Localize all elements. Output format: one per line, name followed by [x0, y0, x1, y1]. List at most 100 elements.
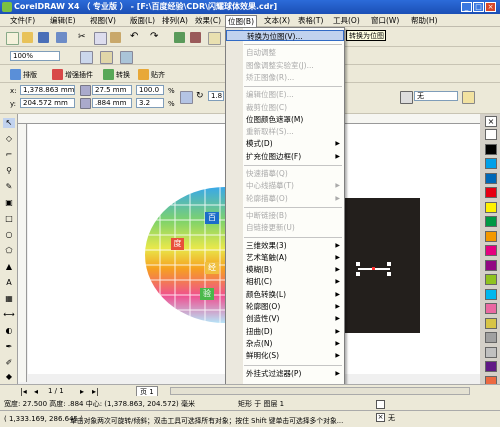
- menu-text[interactable]: 文本(X): [262, 15, 292, 26]
- freehand-tool-icon[interactable]: ✎: [3, 182, 15, 192]
- bitmap-menu-item[interactable]: 位图颜色遮罩(M): [226, 114, 344, 125]
- menu-tools[interactable]: 工具(O): [331, 15, 362, 26]
- next-page-button[interactable]: ▸: [80, 387, 84, 396]
- color-swatch[interactable]: [485, 230, 497, 242]
- first-page-button[interactable]: |◂: [20, 387, 27, 396]
- color-swatch[interactable]: [485, 317, 497, 329]
- bitmap-menu-item[interactable]: 杂点(N) ▶: [226, 338, 344, 349]
- menu-arrange[interactable]: 排列(A): [160, 15, 190, 26]
- color-swatch[interactable]: [485, 201, 497, 213]
- bitmap-menu-item[interactable]: 快速描摹(Q): [226, 168, 344, 179]
- color-swatch[interactable]: [485, 216, 497, 227]
- sphere-graphic[interactable]: [140, 185, 235, 325]
- bitmap-menu-item[interactable]: 中断链接(B): [226, 210, 344, 221]
- menu-effects[interactable]: 效果(C): [193, 15, 223, 26]
- redo-icon[interactable]: ↷: [150, 31, 161, 42]
- eyedropper-icon[interactable]: ✒: [3, 342, 15, 352]
- fill-tool-icon[interactable]: ◆: [3, 372, 15, 382]
- open-folder-icon[interactable]: [22, 32, 33, 43]
- color-swatch[interactable]: [485, 259, 497, 271]
- import-icon[interactable]: [174, 32, 185, 43]
- minimize-button[interactable]: _: [461, 2, 472, 12]
- bitmap-menu-item[interactable]: 扭曲(D) ▶: [226, 326, 344, 337]
- bitmap-menu-item[interactable]: 裁剪位图(C): [226, 102, 344, 113]
- lock-ratio-icon[interactable]: [180, 91, 193, 104]
- cut-icon[interactable]: ✂: [78, 32, 89, 43]
- options-icon[interactable]: [120, 51, 133, 64]
- x-position-field[interactable]: 1,378.863 mm: [20, 85, 75, 95]
- menu-window[interactable]: 窗口(W): [369, 15, 401, 26]
- color-swatch[interactable]: [485, 361, 497, 372]
- color-swatch[interactable]: [485, 332, 497, 343]
- menu-bitmaps[interactable]: 位图(B): [225, 15, 257, 27]
- selection-handle[interactable]: [356, 262, 360, 266]
- color-swatch[interactable]: [485, 346, 497, 358]
- scale-x-field[interactable]: 100.0: [136, 85, 164, 95]
- export-icon[interactable]: [190, 32, 201, 43]
- height-field[interactable]: .884 mm: [92, 98, 132, 108]
- bitmap-menu-item[interactable]: 扩充位图边框(F) ▶: [226, 151, 344, 162]
- color-swatch[interactable]: [485, 274, 497, 285]
- new-file-icon[interactable]: [6, 32, 19, 45]
- bitmap-menu-item[interactable]: 颜色转换(L) ▶: [226, 289, 344, 300]
- table-tool-icon[interactable]: ▦: [3, 294, 15, 304]
- no-fill-swatch[interactable]: ×: [485, 116, 497, 127]
- bitmap-menu-item[interactable]: 自链接更新(U): [226, 222, 344, 233]
- full-screen-icon[interactable]: [80, 51, 93, 64]
- undo-icon[interactable]: ↶: [130, 31, 141, 42]
- tab-typeset[interactable]: 排版: [23, 70, 37, 80]
- color-swatch[interactable]: [485, 143, 497, 155]
- bitmap-menu-item[interactable]: 相机(C) ▶: [226, 276, 344, 287]
- text-tool-icon[interactable]: A: [3, 278, 15, 288]
- color-swatch[interactable]: [485, 288, 497, 300]
- paste-icon[interactable]: [110, 32, 121, 43]
- color-swatch[interactable]: [485, 172, 497, 184]
- zoom-level-field[interactable]: 100%: [10, 51, 60, 61]
- save-icon[interactable]: [38, 32, 49, 43]
- maximize-button[interactable]: □: [473, 2, 484, 12]
- polygon-tool-icon[interactable]: ⬠: [3, 246, 15, 256]
- tab-snap[interactable]: 贴齐: [151, 70, 165, 80]
- rectangle-tool-icon[interactable]: □: [3, 214, 15, 224]
- bitmap-menu-item[interactable]: 轮廓图(O) ▶: [226, 301, 344, 312]
- menu-view[interactable]: 视图(V): [88, 15, 118, 26]
- tab-convert[interactable]: 转换: [116, 70, 130, 80]
- outline-width-select[interactable]: 无: [414, 91, 458, 101]
- color-swatch[interactable]: [485, 158, 497, 169]
- bitmap-menu-item[interactable]: 转换为位图(V)...: [226, 30, 344, 41]
- ellipse-tool-icon[interactable]: ○: [3, 230, 15, 240]
- bitmap-menu-item[interactable]: 鲜明化(S) ▶: [226, 350, 344, 361]
- color-swatch[interactable]: [485, 187, 497, 198]
- last-page-button[interactable]: ▸|: [92, 387, 99, 396]
- selection-handle[interactable]: [356, 272, 360, 276]
- fill-indicator-icon[interactable]: [376, 400, 385, 409]
- bitmap-menu-item[interactable]: 中心线描摹(T) ▶: [226, 180, 344, 191]
- bitmap-menu-item[interactable]: 模糊(B) ▶: [226, 264, 344, 275]
- crop-tool-icon[interactable]: ⌐: [3, 150, 15, 160]
- bitmap-menu-item[interactable]: 艺术笔触(A) ▶: [226, 252, 344, 263]
- selection-handle[interactable]: [387, 272, 391, 276]
- interactive-blend-icon[interactable]: ◐: [3, 326, 15, 336]
- outline-indicator-icon[interactable]: ×: [376, 413, 385, 422]
- app-launcher-icon[interactable]: [208, 32, 221, 45]
- outline-pen-icon[interactable]: ✐: [3, 358, 15, 368]
- color-swatch[interactable]: [485, 129, 497, 140]
- color-swatch[interactable]: [485, 245, 497, 256]
- shape-tool-icon[interactable]: ◇: [3, 134, 15, 144]
- print-icon[interactable]: [56, 32, 67, 43]
- wrap-text-icon[interactable]: [462, 91, 475, 104]
- copy-icon[interactable]: [94, 32, 107, 45]
- menu-edit[interactable]: 编辑(E): [48, 15, 78, 26]
- width-field[interactable]: 27.5 mm: [92, 85, 132, 95]
- close-button[interactable]: ×: [485, 2, 496, 12]
- bitmap-menu-item[interactable]: 自动调整: [226, 47, 344, 58]
- menu-layout[interactable]: 版面(L): [128, 15, 157, 26]
- color-swatch[interactable]: [485, 303, 497, 314]
- y-position-field[interactable]: 204.572 mm: [20, 98, 75, 108]
- scale-y-field[interactable]: 3.2: [136, 98, 164, 108]
- menu-file[interactable]: 文件(F): [8, 15, 37, 26]
- menu-help[interactable]: 帮助(H): [409, 15, 440, 26]
- selection-handle[interactable]: [387, 262, 391, 266]
- bitmap-menu-item[interactable]: 重新取样(S)...: [226, 126, 344, 137]
- snap-icon[interactable]: [100, 51, 113, 64]
